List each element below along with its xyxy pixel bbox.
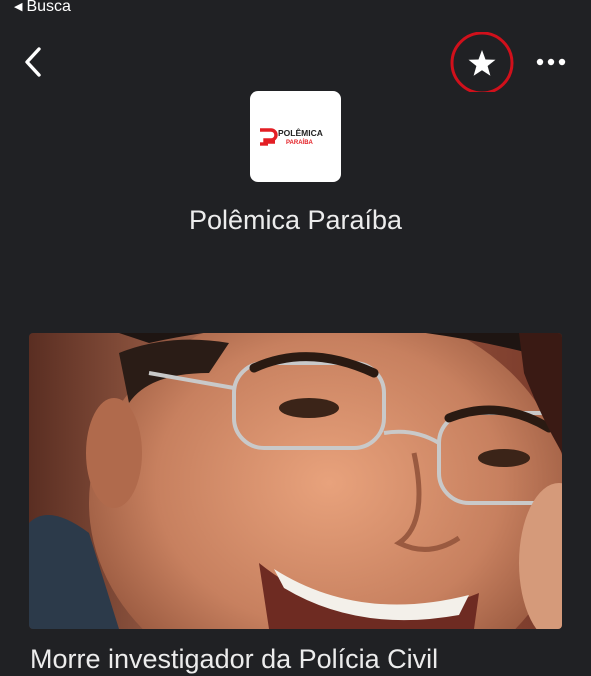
chevron-left-icon (25, 47, 41, 77)
status-bar: ◀ Busca (0, 0, 591, 18)
publisher-name: Polêmica Paraíba (188, 205, 403, 235)
publisher-logo: POLÊMICA PARAÍBA (250, 91, 341, 182)
logo-text-top: POLÊMICA (278, 127, 323, 138)
top-app-bar (0, 30, 591, 95)
back-to-app-link[interactable]: ◀ Busca (14, 0, 71, 16)
star-icon (450, 31, 514, 95)
back-triangle-icon: ◀ (14, 0, 23, 13)
back-button[interactable] (16, 44, 50, 80)
more-options-button[interactable] (532, 48, 570, 76)
more-horizontal-icon (536, 58, 566, 66)
article-photo (29, 333, 562, 629)
follow-star-button[interactable] (450, 31, 514, 95)
article-title[interactable]: Morre investigador da Polícia Civil (30, 642, 570, 676)
publisher-logo-mark: POLÊMICA PARAÍBA (259, 127, 323, 146)
logo-text-bottom: PARAÍBA (286, 138, 314, 146)
article-image[interactable] (29, 333, 562, 629)
back-to-app-label: Busca (26, 0, 71, 15)
